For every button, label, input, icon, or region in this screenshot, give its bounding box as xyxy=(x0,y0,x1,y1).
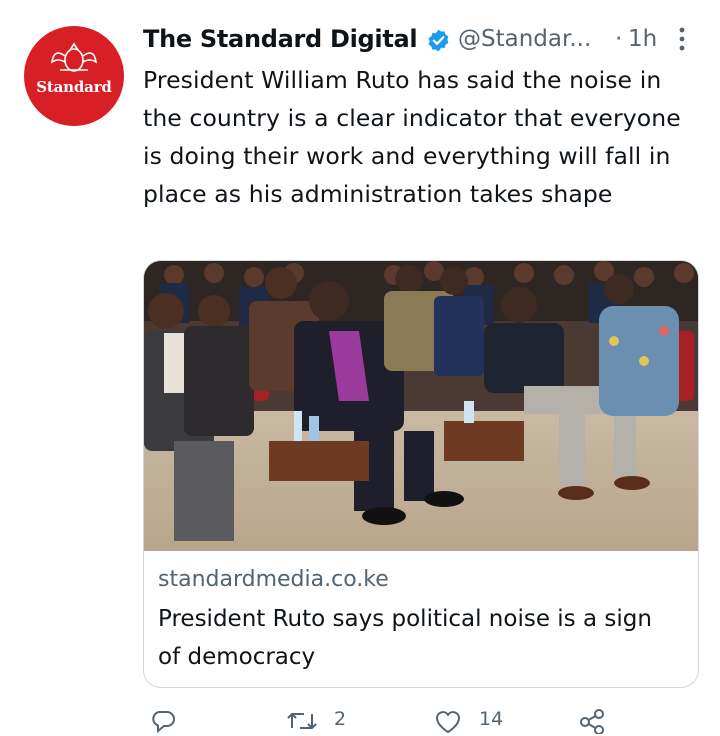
tweet-text: President William Ruto has said the nois… xyxy=(143,66,681,208)
tweet-header: The Standard Digital @Standar... · 1h xyxy=(143,22,703,58)
retweet-count: 2 xyxy=(334,708,347,730)
verified-badge-icon xyxy=(428,29,449,52)
card-title: President Ruto says political noise is a… xyxy=(158,606,652,670)
link-card[interactable]: standardmedia.co.ke President Ruto says … xyxy=(143,260,699,688)
card-domain: standardmedia.co.ke xyxy=(158,567,389,592)
like-icon xyxy=(435,711,461,734)
like-count: 14 xyxy=(479,708,504,730)
tweet[interactable]: Standard The Standard Digital @Standar..… xyxy=(0,0,720,734)
avatar-text: Standard xyxy=(36,78,112,96)
tweet-actions: 2 14 xyxy=(143,706,703,736)
author-handle[interactable]: @Standar... xyxy=(458,26,591,52)
avatar[interactable]: Standard xyxy=(24,26,124,126)
reply-icon xyxy=(152,711,175,734)
display-name[interactable]: The Standard Digital xyxy=(143,25,418,53)
separator: · xyxy=(615,26,623,52)
event-photo xyxy=(144,261,698,551)
crest-icon xyxy=(50,42,98,72)
card-image[interactable] xyxy=(144,261,698,551)
timestamp[interactable]: 1h xyxy=(628,26,657,52)
more-vertical-icon[interactable] xyxy=(671,24,693,54)
retweet-icon xyxy=(287,713,317,729)
share-icon xyxy=(580,709,604,734)
